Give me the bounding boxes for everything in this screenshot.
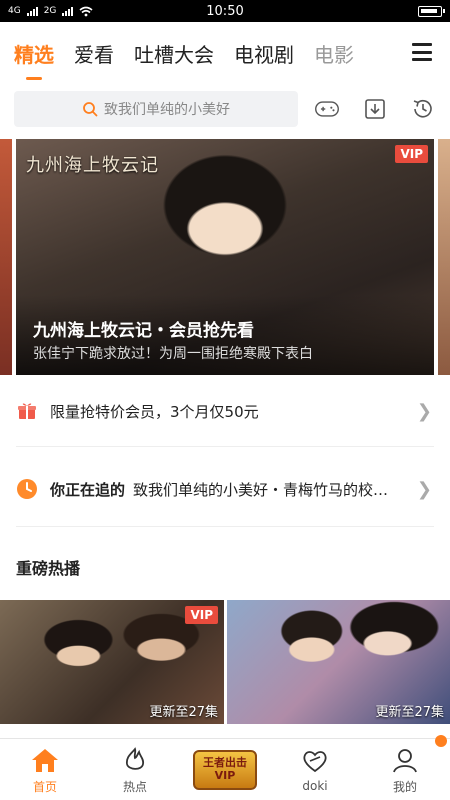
tab-movie[interactable]: 电影 <box>314 39 354 68</box>
hero-banner[interactable]: 九州海上牧云记 VIP 九州海上牧云记・会员抢先看 张佳宁下跪求放过！为周一围拒… <box>0 139 450 375</box>
promo-text: 限量抢特价会员，3个月仅50元 <box>50 402 259 421</box>
nav-doki[interactable]: doki <box>275 746 355 793</box>
episode-label: 更新至27集 <box>149 705 218 720</box>
battery-icon <box>418 5 445 17</box>
user-icon <box>390 745 420 775</box>
following-lead: 你正在追的 <box>50 480 126 499</box>
nav-hot-label: 热点 <box>122 779 147 794</box>
search-placeholder: 致我们单纯的小美好 <box>104 102 230 118</box>
tab-roast[interactable]: 吐槽大会 <box>134 39 214 68</box>
status-time: 10:50 <box>206 3 244 19</box>
game-badge-title: 王者出击 <box>203 756 247 770</box>
hamburger-menu-icon[interactable] <box>412 43 432 61</box>
nav-doki-label: doki <box>302 779 328 793</box>
promo-row[interactable]: 限量抢特价会员，3个月仅50元 ❯ <box>0 380 450 442</box>
thumbnail-card[interactable]: VIP 更新至27集 <box>0 600 224 724</box>
search-input[interactable]: 致我们单纯的小美好 <box>14 91 298 127</box>
game-badge-sub: VIP <box>214 768 236 782</box>
vip-badge: VIP <box>395 145 428 163</box>
divider <box>16 526 434 527</box>
gift-icon <box>16 400 38 422</box>
divider <box>16 446 434 447</box>
tab-favorites[interactable]: 爱看 <box>74 39 114 68</box>
banner-title: 九州海上牧云记・会员抢先看 <box>33 321 254 341</box>
download-icon[interactable] <box>362 96 388 122</box>
section-title: 重磅热播 <box>16 559 81 578</box>
banner-image[interactable]: 九州海上牧云记 VIP 九州海上牧云记・会员抢先看 张佳宁下跪求放过！为周一围拒… <box>16 139 434 375</box>
banner-show-logo: 九州海上牧云记 <box>26 155 159 176</box>
nav-home-label: 首页 <box>32 779 57 794</box>
game-badge-icon: 王者出击 VIP <box>193 749 257 790</box>
gamepad-icon[interactable] <box>314 96 340 122</box>
banner-prev-peek[interactable] <box>0 139 12 375</box>
flame-icon <box>120 745 150 775</box>
chevron-right-icon: ❯ <box>416 478 432 500</box>
tab-tv[interactable]: 电视剧 <box>234 39 294 68</box>
history-icon[interactable] <box>410 96 436 122</box>
nav-profile-label: 我的 <box>392 779 417 794</box>
notification-dot <box>435 734 447 747</box>
nav-home[interactable]: 首页 <box>5 745 85 795</box>
chevron-right-icon: ❯ <box>416 400 432 422</box>
search-actions <box>314 96 436 122</box>
following-text: 致我们单纯的小美好・青梅竹马的校… <box>133 480 389 499</box>
nav-profile[interactable]: 我的 <box>365 734 447 795</box>
top-nav: 精选 爱看 吐槽大会 电视剧 电影 <box>0 22 450 84</box>
status-bar: 4G 2G 10:50 <box>0 0 450 22</box>
vip-badge: VIP <box>185 606 218 624</box>
nav-hot[interactable]: 热点 <box>95 745 175 795</box>
bottom-nav: 首页 热点 王者出击 VIP doki 我的 <box>0 734 450 800</box>
home-icon <box>30 745 60 775</box>
thumbnail-card[interactable]: 更新至27集 <box>227 600 450 724</box>
search-icon <box>83 102 98 117</box>
tab-featured[interactable]: 精选 <box>14 39 54 80</box>
clock-icon <box>16 478 38 500</box>
nav-game[interactable]: 王者出击 VIP <box>185 749 265 790</box>
banner-subtitle: 张佳宁下跪求放过！为周一围拒绝寒殿下表白 <box>33 346 313 362</box>
heart-icon <box>300 746 330 776</box>
search-row: 致我们单纯的小美好 <box>14 90 436 128</box>
episode-label: 更新至27集 <box>375 705 444 720</box>
banner-next-peek[interactable] <box>438 139 450 375</box>
following-row[interactable]: 你正在追的 致我们单纯的小美好・青梅竹马的校… ❯ <box>0 458 450 520</box>
